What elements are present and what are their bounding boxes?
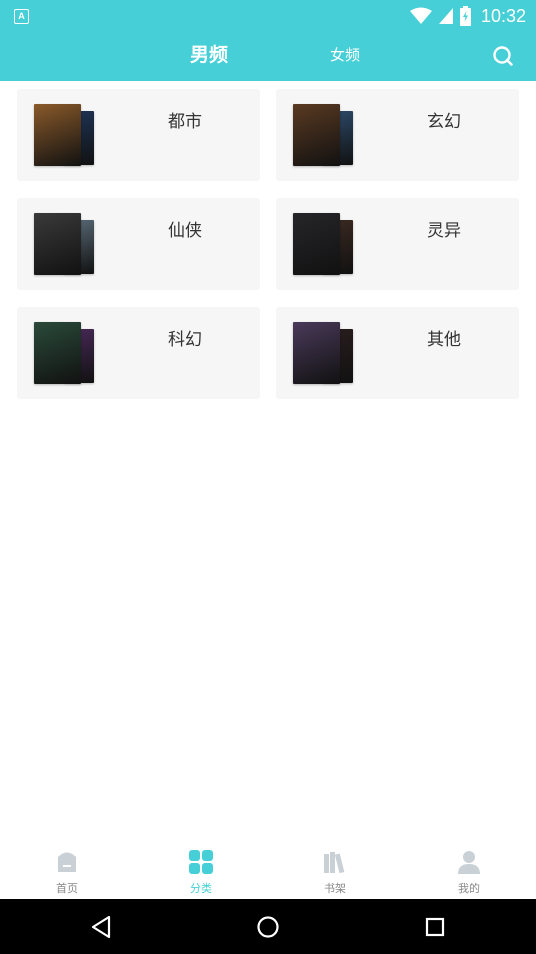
category-card-supernatural[interactable]: 灵异 <box>276 198 519 290</box>
wifi-icon <box>409 7 432 24</box>
category-label: 玄幻 <box>427 112 461 132</box>
book-cover <box>293 322 340 384</box>
system-navigation-bar <box>0 899 536 954</box>
nav-label: 首页 <box>56 882 78 895</box>
category-card-scifi[interactable]: 科幻 <box>17 307 260 399</box>
notification-app-icon: A <box>14 9 29 24</box>
tab-female[interactable]: 女频 <box>330 32 360 81</box>
nav-label: 我的 <box>458 882 480 895</box>
status-bar: A 10:32 <box>0 0 536 32</box>
category-card-urban[interactable]: 都市 <box>17 89 260 181</box>
category-card-other[interactable]: 其他 <box>276 307 519 399</box>
nav-item-home[interactable]: 首页 <box>0 841 134 899</box>
book-cover <box>34 213 81 275</box>
nav-label: 分类 <box>190 882 212 895</box>
category-label: 仙侠 <box>168 221 202 241</box>
tab-male[interactable]: 男频 <box>190 32 228 81</box>
book-cover <box>293 104 340 166</box>
profile-icon <box>458 851 480 874</box>
book-cover <box>34 104 81 166</box>
category-label: 其他 <box>427 330 461 350</box>
battery-charging-icon <box>459 6 471 26</box>
category-label: 灵异 <box>427 221 461 241</box>
category-label: 科幻 <box>168 330 202 350</box>
back-icon[interactable] <box>88 913 116 941</box>
book-cover <box>34 322 81 384</box>
book-cover <box>293 213 340 275</box>
category-card-fantasy[interactable]: 玄幻 <box>276 89 519 181</box>
nav-item-bookshelf[interactable]: 书架 <box>268 841 402 899</box>
home-button-icon[interactable] <box>254 913 282 941</box>
nav-label: 书架 <box>324 882 346 895</box>
category-grid-icon <box>189 850 213 874</box>
bookshelf-icon <box>324 852 345 874</box>
nav-item-category[interactable]: 分类 <box>134 841 268 899</box>
clock: 10:32 <box>480 5 526 26</box>
category-label: 都市 <box>168 112 202 132</box>
category-card-xianxia[interactable]: 仙侠 <box>17 198 260 290</box>
home-icon <box>58 852 76 872</box>
nav-item-profile[interactable]: 我的 <box>402 841 536 899</box>
search-icon[interactable] <box>492 45 514 67</box>
bottom-nav: 首页 分类 书架 我的 <box>0 841 536 899</box>
cell-signal-icon <box>438 8 453 24</box>
recents-icon[interactable] <box>421 913 449 941</box>
top-tab-bar: 男频 女频 <box>0 32 536 81</box>
